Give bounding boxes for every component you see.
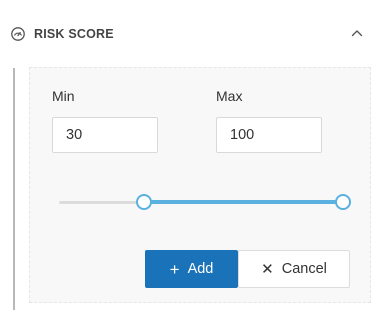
- slider-max-handle[interactable]: [335, 194, 351, 210]
- max-input[interactable]: [216, 117, 322, 153]
- max-label: Max: [216, 88, 243, 104]
- min-label: Min: [52, 88, 75, 104]
- section-header[interactable]: RISK SCORE: [0, 0, 378, 68]
- x-icon: ✕: [261, 260, 274, 278]
- gauge-icon: [11, 27, 25, 41]
- plus-icon: +: [169, 259, 180, 279]
- cancel-button-label: Cancel: [281, 261, 327, 277]
- range-slider[interactable]: [59, 188, 355, 216]
- add-button-label: Add: [187, 261, 214, 277]
- slider-min-handle[interactable]: [136, 194, 153, 210]
- section-title: RISK SCORE: [34, 27, 114, 41]
- chevron-up-icon[interactable]: [348, 24, 366, 42]
- add-button[interactable]: + Add: [145, 250, 238, 288]
- min-input[interactable]: [52, 117, 158, 153]
- slider-selected-range: [144, 200, 343, 204]
- section-rail: [13, 68, 15, 310]
- cancel-button[interactable]: ✕ Cancel: [238, 250, 350, 288]
